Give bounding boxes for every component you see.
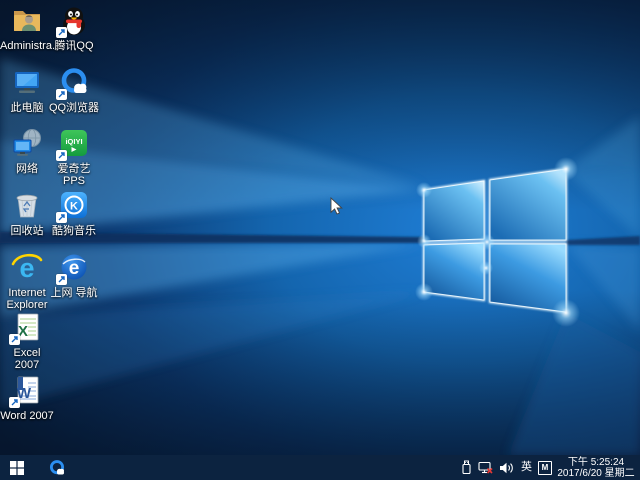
shortcut-arrow-icon xyxy=(56,274,67,285)
internet-explorer-icon: e xyxy=(11,253,43,283)
desktop-icon-web-navigation[interactable]: e 上网 导航 xyxy=(47,251,101,299)
desktop-icon-label: 酷狗音乐 xyxy=(52,225,96,237)
mouse-cursor xyxy=(330,197,343,215)
system-tray: 英 M 下午 5:25:24 2017/6/20 星期二 xyxy=(458,455,640,480)
qq-browser-icon xyxy=(49,459,65,474)
desktop-icon-label: 此电脑 xyxy=(10,102,44,114)
clock-time: 下午 5:25:24 xyxy=(567,457,625,468)
desktop-icon-label: Administra... xyxy=(0,40,62,52)
network-icon xyxy=(13,129,41,156)
taskbar-clock[interactable]: 下午 5:25:24 2017/6/20 星期二 xyxy=(556,456,640,479)
this-pc-icon xyxy=(15,72,39,93)
network-disconnected-tray-icon[interactable] xyxy=(475,455,496,480)
shortcut-arrow-icon xyxy=(56,27,67,38)
desktop-icon-label: QQ浏览器 xyxy=(48,102,100,114)
desktop-icon-excel-2007[interactable]: X Excel 2007 xyxy=(0,311,54,371)
kugou-k-glyph: K xyxy=(70,200,78,212)
taskbar-qq-browser-button[interactable] xyxy=(42,455,72,480)
desktop-icon-iqiyi-pps[interactable]: iQIYI 爱奇艺PPS xyxy=(47,127,101,187)
desktop-icon-label: 上网 导航 xyxy=(50,287,98,299)
desktop-icon-word-2007[interactable]: W Word 2007 xyxy=(0,374,54,422)
desktop-icon-label: Excel 2007 xyxy=(13,347,41,371)
usb-device-tray-icon[interactable] xyxy=(458,455,475,480)
clock-date: 2017/6/20 星期二 xyxy=(557,468,635,479)
desktop-icon-recycle-bin[interactable]: 回收站 xyxy=(0,189,54,237)
desktop-icon-tencent-qq[interactable]: 腾讯QQ xyxy=(47,4,101,52)
desktop-icon-network[interactable]: 网络 xyxy=(0,127,54,175)
navigation-e-glyph: e xyxy=(69,258,80,279)
desktop-icon-this-pc[interactable]: 此电脑 xyxy=(0,66,54,114)
desktop-icon-label: 爱奇艺PPS xyxy=(57,163,91,187)
desktop-icon-kugou-music[interactable]: K 酷狗音乐 xyxy=(47,189,101,237)
shortcut-arrow-icon xyxy=(9,334,20,345)
desktop-icon-label: 腾讯QQ xyxy=(54,40,94,52)
volume-tray-icon[interactable] xyxy=(496,455,517,480)
shortcut-arrow-icon xyxy=(56,212,67,223)
desktop[interactable]: Administra... 腾讯QQ 此电脑 QQ浏览器 网络 iQIYI 爱奇… xyxy=(0,0,640,455)
start-button[interactable] xyxy=(0,455,34,480)
desktop-icon-qq-browser[interactable]: QQ浏览器 xyxy=(47,66,101,114)
desktop-icon-label: Internet Explorer xyxy=(6,287,48,311)
shortcut-arrow-icon xyxy=(56,89,67,100)
ime-mode-badge[interactable]: M xyxy=(538,460,552,475)
desktop-icon-label: 网络 xyxy=(16,163,38,175)
desktop-icon-label: 回收站 xyxy=(10,225,44,237)
shortcut-arrow-icon xyxy=(9,397,20,408)
windows-logo-icon xyxy=(10,460,24,475)
windows-desktop-screen: Administra... 腾讯QQ 此电脑 QQ浏览器 网络 iQIYI 爱奇… xyxy=(0,0,640,480)
taskbar: 英 M 下午 5:25:24 2017/6/20 星期二 xyxy=(0,455,640,480)
iqiyi-wordmark: iQIYI xyxy=(65,137,82,146)
ime-language-indicator[interactable]: 英 xyxy=(517,455,536,480)
desktop-icon-label: Word 2007 xyxy=(0,410,54,422)
shortcut-arrow-icon xyxy=(56,150,67,161)
user-folder-icon xyxy=(14,11,40,31)
recycle-bin-icon xyxy=(16,194,38,218)
desktop-icon-administrator[interactable]: Administra... xyxy=(0,4,62,52)
desktop-icon-internet-explorer[interactable]: e Internet Explorer xyxy=(0,251,54,311)
